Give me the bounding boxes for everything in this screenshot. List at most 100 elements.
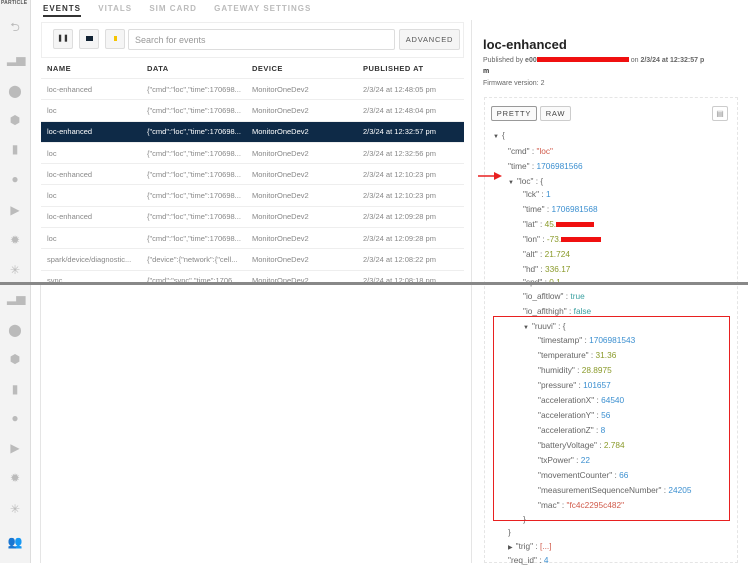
- json-key: "req_id": [508, 555, 537, 565]
- network-icon[interactable]: ✳: [7, 263, 23, 277]
- collapse-toggle-icon[interactable]: ▼: [493, 134, 499, 140]
- event-data: {"cmd":"loc","time":170698...: [147, 148, 241, 158]
- content-border: [40, 285, 41, 563]
- json-line: }: [508, 527, 511, 537]
- location-icon[interactable]: ⬤: [7, 323, 23, 337]
- pause-button[interactable]: ❚❚: [53, 29, 73, 49]
- network-icon[interactable]: ✳: [7, 502, 23, 516]
- event-title: loc-enhanced: [483, 37, 567, 52]
- advanced-button[interactable]: ADVANCED: [399, 29, 460, 50]
- firmware-version: Firmware version: 2: [483, 80, 545, 87]
- event-data: {"cmd":"loc","time":170698...: [147, 169, 241, 179]
- integration-icon[interactable]: ✹: [7, 471, 23, 485]
- json-value: 1: [545, 189, 551, 199]
- event-device: MonitorOneDev2: [252, 148, 309, 158]
- table-row[interactable]: loc {"cmd":"loc","time":170698... MonitorO…: [41, 185, 464, 207]
- filter-button[interactable]: [105, 29, 125, 49]
- json-key: {: [501, 130, 505, 140]
- json-colon: :: [539, 189, 546, 199]
- events-table: NAME DATA DEVICE PUBLISHED AT loc-enhanc…: [41, 58, 464, 282]
- event-device: MonitorOneDev2: [252, 255, 309, 265]
- event-name: loc: [47, 233, 57, 243]
- json-line: "lon" : -73.: [523, 234, 602, 244]
- json-key: "trig": [515, 541, 534, 551]
- redaction: [556, 222, 595, 227]
- json-value: 336.17: [545, 264, 571, 274]
- terminal-button[interactable]: [79, 29, 99, 49]
- raw-button[interactable]: RAW: [540, 106, 571, 121]
- tab-sim-card[interactable]: SIM CARD: [149, 4, 197, 13]
- cube-icon[interactable]: ⬢: [7, 352, 23, 366]
- col-device: DEVICE: [252, 63, 283, 73]
- table-row[interactable]: loc-enhanced {"cmd":"loc","time":170698..…: [41, 79, 464, 101]
- pause-icon: ❚❚: [57, 35, 69, 42]
- redaction: [536, 57, 629, 62]
- json-line: "lck" : 1: [523, 189, 551, 199]
- json-value: 45.: [544, 219, 557, 229]
- event-device: MonitorOneDev2: [252, 233, 309, 243]
- terminal-icon[interactable]: ▶: [7, 203, 23, 217]
- json-value: 1706981566: [536, 161, 583, 171]
- table-row[interactable]: loc-enhanced {"cmd":"loc","time":170698..…: [41, 121, 464, 143]
- json-value: 1706981568: [551, 204, 598, 214]
- json-colon: :: [537, 219, 545, 229]
- json-key: "alt": [523, 249, 538, 259]
- table-row[interactable]: loc-enhanced {"cmd":"loc","time":170698..…: [41, 207, 464, 229]
- event-published: 2/3/24 at 12:10:23 pm: [363, 191, 436, 201]
- table-row[interactable]: loc-enhanced {"cmd":"loc","time":170698..…: [41, 164, 464, 186]
- json-line: ▼{: [493, 130, 505, 140]
- integration-icon[interactable]: ✹: [7, 233, 23, 247]
- col-data: DATA: [147, 63, 169, 73]
- event-name: loc-enhanced: [47, 212, 93, 222]
- col-name: NAME: [47, 63, 72, 73]
- event-name: loc-enhanced: [47, 169, 93, 179]
- pretty-button[interactable]: PRETTY: [491, 106, 537, 121]
- tab-gateway-settings[interactable]: GATEWAY SETTINGS: [214, 4, 311, 13]
- chart-icon[interactable]: ▂▅: [7, 291, 25, 305]
- table-row[interactable]: loc {"cmd":"loc","time":170698... MonitorO…: [41, 100, 464, 122]
- json-key: {: [540, 176, 544, 186]
- terminal-icon[interactable]: ▶: [7, 441, 23, 455]
- json-colon: :: [544, 204, 552, 214]
- event-data: {"cmd":"loc","time":170698...: [147, 105, 241, 115]
- table-row[interactable]: sync {"cmd":"sync","time":1706... MonitorO…: [41, 271, 464, 282]
- copy-button[interactable]: ▤: [712, 106, 728, 121]
- team-icon[interactable]: 👥: [7, 535, 23, 549]
- json-value: true: [570, 291, 585, 301]
- search-input[interactable]: Search for events: [128, 29, 395, 50]
- particle-logo: PARTICLE: [1, 0, 28, 6]
- event-published: 2/3/24 at 12:10:23 pm: [363, 169, 436, 179]
- event-published: 2/3/24 at 12:09:28 pm: [363, 212, 436, 222]
- json-colon: :: [566, 306, 574, 316]
- event-published: 2/3/24 at 12:09:28 pm: [363, 233, 436, 243]
- event-name: loc-enhanced: [47, 127, 93, 137]
- json-value: 21.724: [544, 249, 570, 259]
- expand-toggle-icon[interactable]: ▶: [508, 545, 513, 551]
- sim-icon[interactable]: ▮: [7, 382, 23, 396]
- user-icon[interactable]: ●: [7, 411, 23, 425]
- table-row[interactable]: loc {"cmd":"loc","time":170698... MonitorO…: [41, 228, 464, 250]
- json-line: "io_aflthigh" : false: [523, 306, 591, 316]
- table-row[interactable]: spark/device/diagnostic... {"device":{"ne…: [41, 249, 464, 271]
- json-line: ▼ "loc" : {: [508, 176, 543, 186]
- json-value: 4: [543, 555, 549, 565]
- cube-icon[interactable]: ⬢: [7, 113, 23, 127]
- back-icon[interactable]: ⮌: [7, 20, 23, 34]
- json-line: "cmd" : "loc": [508, 146, 553, 156]
- json-value: false: [573, 306, 592, 316]
- json-key: "lck": [523, 189, 540, 199]
- json-line: "req_id" : 4: [508, 555, 549, 565]
- sim-icon[interactable]: ▮: [7, 142, 23, 156]
- json-key: "loc": [516, 176, 534, 186]
- tab-events[interactable]: EVENTS: [43, 4, 82, 17]
- table-row[interactable]: loc {"cmd":"loc","time":170698... MonitorO…: [41, 143, 464, 165]
- user-icon[interactable]: ●: [7, 172, 23, 186]
- published-date-wrap: m: [483, 68, 490, 75]
- event-device: MonitorOneDev2: [252, 127, 309, 137]
- location-icon[interactable]: ⬤: [7, 84, 23, 98]
- collapse-toggle-icon[interactable]: ▼: [508, 180, 514, 186]
- event-device: MonitorOneDev2: [252, 169, 309, 179]
- tab-vitals[interactable]: VITALS: [98, 4, 132, 13]
- chart-icon[interactable]: ▂▅: [7, 52, 25, 66]
- table-header: NAME DATA DEVICE PUBLISHED AT: [41, 58, 464, 79]
